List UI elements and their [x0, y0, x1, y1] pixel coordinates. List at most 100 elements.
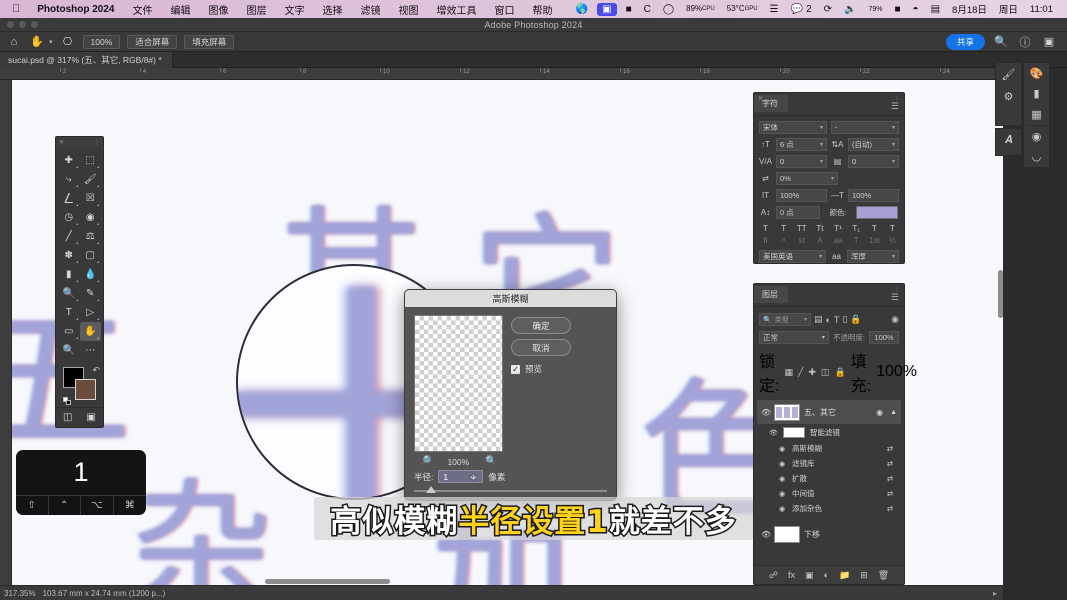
tools-palette[interactable]: ✕ ⋮ ✚ ⬚ ⤷ 🖌 ⎳ ☒ ◷ ◉ ╱ ⚖ ✽ ▢ ▮ 💧 🔍 ✎ T ▷ …: [55, 136, 104, 428]
wechat-icon[interactable]: 💬 2: [785, 4, 818, 15]
panel-menu-icon[interactable]: ☰: [891, 101, 904, 112]
text-color-swatch[interactable]: [856, 206, 898, 219]
search-icon[interactable]: 🔍: [993, 34, 1009, 50]
radius-slider[interactable]: [414, 486, 607, 495]
style-strikethrough-button[interactable]: T: [886, 224, 899, 233]
clone-stamp-tool-icon[interactable]: ⚖: [80, 227, 102, 246]
layer-row-background[interactable]: 👁 下移: [757, 522, 901, 546]
help-icon[interactable]: ⓘ: [1017, 34, 1033, 50]
move-tool-icon[interactable]: ✚: [58, 151, 80, 170]
blend-options-icon[interactable]: ⇄: [887, 444, 901, 453]
menu-item-window[interactable]: 窗口: [486, 2, 524, 17]
horizontal-scale-field[interactable]: 100%: [848, 189, 899, 202]
preview-checkbox-row[interactable]: ✓ 预览: [511, 363, 571, 375]
slider-knob[interactable]: [426, 486, 436, 493]
quick-mask-icon[interactable]: ◫: [56, 408, 80, 427]
paths-panel-icon[interactable]: ◡: [1023, 146, 1050, 167]
leading-field[interactable]: (自动) ▾: [848, 138, 899, 151]
menubar-weekday[interactable]: 周日: [993, 2, 1024, 16]
style-allcaps-button[interactable]: TT: [795, 224, 808, 233]
menu-item-layer[interactable]: 图层: [238, 2, 276, 17]
clipboard-icon[interactable]: ☰: [764, 4, 785, 15]
eraser-tool-icon[interactable]: ▢: [80, 246, 102, 265]
menu-item-type[interactable]: 文字: [276, 2, 314, 17]
globe-icon[interactable]: 🌎: [570, 4, 594, 15]
brush-tool-icon[interactable]: ╱: [58, 227, 80, 246]
smart-filter-row[interactable]: ◉ 高斯模糊 ⇄: [757, 441, 901, 456]
healing-brush-tool-icon[interactable]: ◉: [80, 208, 102, 227]
right-rail-glyphs[interactable]: 𝑨: [995, 128, 1022, 156]
preview-checkbox[interactable]: ✓: [511, 364, 520, 374]
link-layers-icon[interactable]: ☍: [769, 570, 778, 581]
smart-filter-row[interactable]: ◉ 中间值 ⇄: [757, 486, 901, 501]
zoom-in-icon[interactable]: 🔍: [485, 456, 497, 467]
temperature-monitor[interactable]: 53°C GPU: [721, 4, 764, 13]
new-layer-icon[interactable]: ⊞: [860, 570, 868, 581]
new-group-icon[interactable]: 📁: [839, 570, 850, 581]
marquee-tool-icon[interactable]: ⬚: [80, 151, 102, 170]
delete-layer-icon[interactable]: 🗑: [878, 570, 889, 581]
vertical-scrollbar[interactable]: [998, 270, 1003, 318]
gaussian-blur-dialog[interactable]: 高斯模糊 确定 取消 ✓ 预览 🔎 100% 🔍 半径: 1 像素: [404, 289, 617, 501]
horizontal-scrollbar[interactable]: [265, 579, 390, 584]
cancel-button[interactable]: 取消: [511, 339, 571, 356]
dialog-preview[interactable]: [414, 315, 503, 452]
style-superscript-button[interactable]: T¹: [832, 224, 845, 233]
opentype-ordinals-button[interactable]: T: [850, 236, 863, 245]
battery-percent[interactable]: 79%: [862, 6, 888, 13]
font-style-select[interactable]: - ▾: [831, 121, 899, 134]
font-size-field[interactable]: 6 点 ▾: [776, 138, 827, 151]
sync-icon[interactable]: ⟳: [818, 4, 838, 15]
lasso-tool-icon[interactable]: ⤷: [58, 170, 80, 189]
collapse-icon[interactable]: ⋮: [894, 286, 900, 293]
workspace-icon[interactable]: ▣: [1041, 34, 1057, 50]
smart-filters-row[interactable]: 👁 智能滤镜: [757, 424, 901, 441]
blend-mode-select[interactable]: 正常 ▾: [759, 331, 829, 344]
brush-settings-icon[interactable]: 🖌: [995, 63, 1022, 85]
fit-screen-button[interactable]: 适合屏幕: [127, 34, 178, 49]
menu-item-filter[interactable]: 滤镜: [352, 2, 390, 17]
adjustment-layer-icon[interactable]: ◐: [824, 570, 829, 580]
style-underline-button[interactable]: T: [868, 224, 881, 233]
close-icon[interactable]: ✕: [59, 139, 64, 146]
add-mask-icon[interactable]: ▣: [805, 570, 814, 581]
display-icon[interactable]: ■: [620, 4, 638, 15]
layer-thumbnail[interactable]: [774, 403, 800, 421]
vertical-scale-field[interactable]: 100%: [776, 189, 827, 202]
menu-item-image[interactable]: 图像: [200, 2, 238, 17]
home-icon[interactable]: ⌂: [6, 34, 22, 50]
visible-icon[interactable]: ◉: [779, 505, 787, 513]
document-tab[interactable]: sucai.psd @ 317% (五、其它, RGB/8#) *: [0, 51, 173, 68]
blend-options-icon[interactable]: ⇄: [887, 489, 901, 498]
filter-adjustment-icon[interactable]: ◐: [826, 315, 831, 325]
chevron-down-icon[interactable]: ▾: [49, 38, 53, 46]
hand-tool-icon[interactable]: ✋: [29, 34, 45, 50]
panel-menu-icon[interactable]: ☰: [891, 292, 904, 303]
smart-filter-row[interactable]: ◉ 滤镜库 ⇄: [757, 456, 901, 471]
cpu-monitor[interactable]: 89% CPU: [680, 4, 721, 13]
menu-item-help[interactable]: 帮助: [524, 2, 562, 17]
opentype-swash-button[interactable]: A: [813, 236, 826, 245]
tools-palette-header[interactable]: ✕ ⋮: [56, 137, 103, 148]
control-center-icon[interactable]: ▤: [925, 4, 946, 15]
zoom-level-field[interactable]: 100%: [82, 34, 121, 49]
layers-panel[interactable]: ⋮ 图层 ☰ 🔍 类型 ▾ ▤ ◐ T ▯ 🔒 ◉ 正常 ▾ 不透明度: 100%: [753, 283, 917, 585]
filter-image-icon[interactable]: ▤: [814, 314, 823, 325]
battery-icon[interactable]: ■: [889, 4, 907, 15]
collapse-icon[interactable]: ⋮: [894, 95, 900, 102]
font-family-select[interactable]: 宋体 ▾: [759, 121, 827, 134]
filter-shape-icon[interactable]: ▯: [842, 314, 847, 325]
scale-field[interactable]: 0% ▾: [776, 172, 838, 185]
visible-icon[interactable]: 👁: [761, 408, 771, 417]
visible-icon[interactable]: 👁: [769, 429, 778, 437]
opentype-stylistic-button[interactable]: 1st: [868, 236, 881, 245]
volume-icon[interactable]: 🔈: [838, 4, 862, 15]
menubar-time[interactable]: 11:01: [1024, 4, 1059, 15]
visible-icon[interactable]: ◉: [779, 490, 787, 498]
layer-filter-select[interactable]: 🔍 类型 ▾: [759, 313, 811, 326]
zoom-tool-icon[interactable]: 🔍: [58, 341, 80, 360]
filter-toggle-icon[interactable]: ◉: [891, 314, 899, 325]
pen-tool-icon[interactable]: ✎: [80, 284, 102, 303]
quick-select-tool-icon[interactable]: 🖌: [80, 170, 102, 189]
cleaner-icon[interactable]: C: [638, 4, 657, 15]
